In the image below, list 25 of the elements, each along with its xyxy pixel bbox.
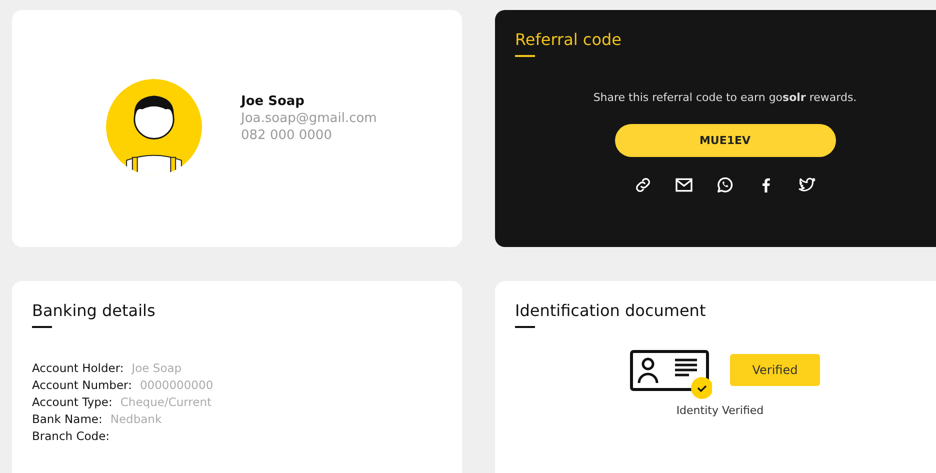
field-label: Branch Code:: [32, 428, 110, 445]
field-label: Account Number:: [32, 377, 132, 394]
field-label: Account Holder:: [32, 360, 124, 377]
referral-message: Share this referral code to earn gosolr rewards.: [593, 91, 857, 104]
field-value: Joe Soap: [132, 360, 182, 377]
field-value: Nedbank: [110, 411, 162, 428]
profile-name: Joe Soap: [241, 94, 306, 108]
profile-email: Joa.soap@gmail.com: [241, 110, 377, 126]
field-value: Cheque/Current: [120, 394, 212, 411]
card-title: Identification document: [515, 301, 707, 320]
whatsapp-icon[interactable]: [715, 175, 735, 195]
card-title: Referral code: [515, 30, 623, 49]
avatar-icon: [105, 78, 203, 176]
profile-phone: 082 000 0000: [241, 128, 333, 142]
card-title: Banking details: [32, 301, 156, 320]
referral-code-button[interactable]: MUE1EV: [614, 124, 836, 157]
identity-status: Identity Verified: [676, 404, 764, 417]
title-underline: [515, 326, 535, 328]
field-label: Bank Name:: [32, 411, 102, 428]
title-underline: [515, 55, 535, 57]
field-value: 0000000000: [140, 377, 214, 394]
field-label: Account Type:: [32, 394, 112, 411]
title-underline: [32, 326, 52, 328]
link-icon[interactable]: [633, 175, 653, 195]
verified-badge: Verified: [730, 354, 820, 386]
